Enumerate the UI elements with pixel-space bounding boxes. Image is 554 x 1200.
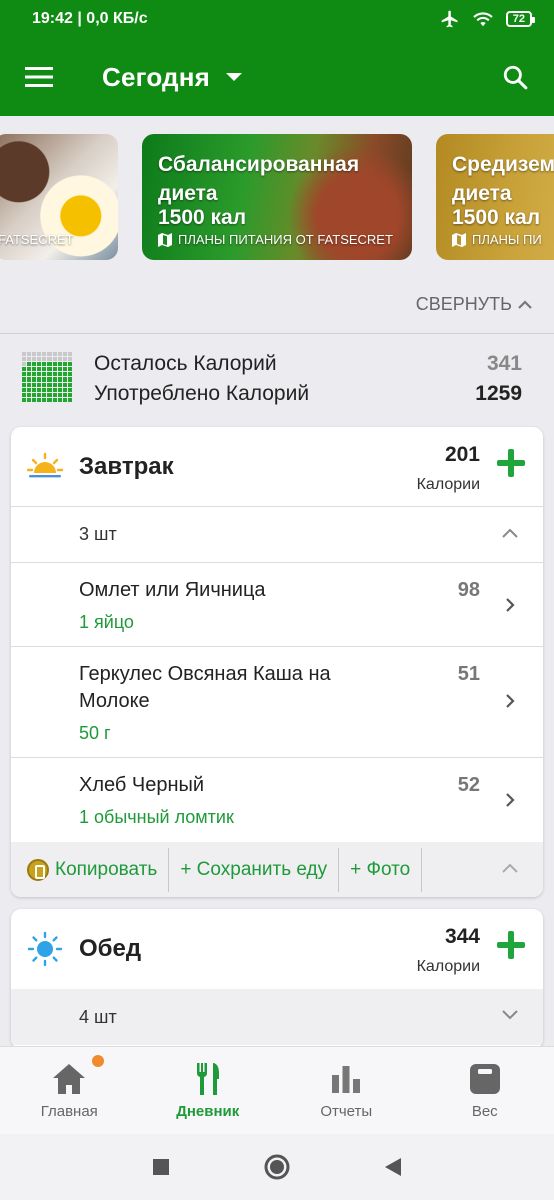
meal-header[interactable]: Обед 344 Калории [11, 909, 543, 989]
copy-label: Копировать [55, 858, 158, 880]
status-time: 19:42 | 0,0 КБ/с [32, 10, 148, 27]
status-bar: 19:42 | 0,0 КБ/с 72 [0, 0, 554, 38]
square-icon [153, 1159, 169, 1175]
photo-label: + Фото [350, 858, 411, 880]
menu-button[interactable] [0, 38, 78, 116]
collapse-label: СВЕРНУТЬ [415, 294, 512, 314]
chevron-up-icon [518, 299, 532, 309]
meal-plan-card[interactable]: ИЯ ОТ FATSECRET [0, 134, 118, 260]
save-meal-label: + Сохранить еду [180, 858, 328, 880]
food-portion: 1 обычный ломтик [79, 807, 234, 827]
sun-icon [27, 931, 63, 967]
nav-diary[interactable]: Дневник [139, 1047, 278, 1134]
map-icon [158, 232, 172, 247]
bottom-navigation: Главная Дневник Отчеты Вес [0, 1046, 554, 1134]
meal-card-breakfast: Завтрак 201 Калории 3 шт Омлет или Яични… [11, 427, 543, 897]
meal-plan-title: Средизем диета [452, 153, 554, 205]
chevron-up-icon [502, 528, 518, 538]
date-selector[interactable]: Сегодня [78, 62, 476, 93]
meal-name: Обед [79, 935, 142, 962]
meal-card-lunch: Обед 344 Калории 4 шт [11, 909, 543, 1049]
add-food-button[interactable] [495, 447, 527, 479]
home-icon [49, 1059, 89, 1099]
meal-plan-title: Сбалансированная диета [158, 153, 360, 205]
meal-calories: 344 [444, 925, 480, 948]
app-bar: Сегодня [0, 38, 554, 116]
collapse-button[interactable]: СВЕРНУТЬ [0, 276, 554, 334]
remaining-calories-label: Осталось Калорий [94, 352, 277, 375]
search-button[interactable] [476, 38, 554, 116]
chevron-right-icon [506, 793, 515, 807]
meal-items-count: 4 шт [79, 1006, 117, 1027]
food-entry[interactable]: Геркулес Овсяная Каша на Молоке 50 г 51 [11, 647, 543, 758]
search-icon [503, 65, 528, 90]
battery-indicator: 72 [505, 11, 536, 27]
food-calories: 51 [457, 663, 480, 685]
meal-items-count: 3 шт [79, 524, 117, 544]
add-food-button[interactable] [495, 929, 527, 961]
page-title: Сегодня [102, 61, 211, 92]
consumed-calories-label: Употреблено Калорий [94, 382, 310, 405]
chevron-right-icon [506, 598, 515, 612]
dropdown-caret-icon [226, 73, 243, 81]
nav-home-label: Главная [40, 1103, 98, 1120]
save-meal-button[interactable]: + Сохранить еду [169, 847, 340, 892]
chevron-down-icon [502, 1010, 518, 1020]
meal-header[interactable]: Завтрак 201 Калории [11, 427, 543, 507]
status-icons: 72 [440, 9, 536, 29]
fork-knife-icon [188, 1059, 228, 1099]
airplane-mode-icon [441, 10, 458, 28]
meal-plan-card[interactable]: Средизем диета 1500 кал ПЛАНЫ ПИ [436, 134, 554, 260]
food-calories: 52 [457, 774, 480, 796]
nav-weight[interactable]: Вес [416, 1047, 554, 1134]
food-entry[interactable]: Омлет или Яичница 1 яйцо 98 [11, 563, 543, 647]
chevron-right-icon [506, 694, 515, 708]
food-entry[interactable]: Хлеб Черный 1 обычный ломтик 52 [11, 758, 543, 842]
wifi-icon [473, 12, 493, 27]
meal-plan-source: ПЛАНЫ ПИТАНИЯ ОТ FATSECRET [158, 232, 393, 247]
map-icon [452, 232, 466, 247]
nav-weight-label: Вес [471, 1103, 498, 1120]
meal-plan-card[interactable]: Сбалансированная диета 1500 кал ПЛАНЫ ПИ… [142, 134, 412, 260]
meal-calories-label: Калории [416, 476, 480, 493]
nav-home[interactable]: Главная [0, 1047, 139, 1134]
home-system-button[interactable] [219, 1134, 335, 1200]
triangle-back-icon [385, 1158, 401, 1176]
food-calories: 98 [457, 579, 480, 601]
remaining-calories-value: 341 [486, 352, 522, 375]
scale-icon [465, 1059, 505, 1099]
meal-plan-calories: 1500 кал [158, 206, 247, 229]
meal-plan-source: ПЛАНЫ ПИ [452, 232, 542, 247]
meal-items-count-row[interactable]: 3 шт [11, 507, 543, 563]
photo-button[interactable]: + Фото [339, 847, 423, 892]
back-button[interactable] [335, 1134, 451, 1200]
recents-button[interactable] [103, 1134, 219, 1200]
copy-icon [27, 858, 49, 881]
nav-reports[interactable]: Отчеты [277, 1047, 416, 1134]
meal-actions-row: Копировать + Сохранить еду + Фото [11, 842, 543, 897]
calorie-progress-grid-icon [22, 352, 72, 402]
hamburger-menu-icon [25, 67, 53, 87]
meal-name: Завтрак [79, 453, 174, 480]
food-portion: 1 яйцо [79, 612, 134, 632]
meal-plan-carousel[interactable]: ИЯ ОТ FATSECRET Сбалансированная диета 1… [0, 116, 554, 276]
system-navigation-bar [0, 1134, 554, 1200]
food-portion: 50 г [79, 723, 111, 743]
nav-diary-label: Дневник [176, 1103, 240, 1120]
meal-calories-label: Калории [416, 958, 480, 975]
nav-reports-label: Отчеты [320, 1103, 373, 1120]
bar-chart-icon [326, 1059, 366, 1099]
circle-icon [264, 1154, 290, 1180]
notification-badge [92, 1055, 104, 1067]
meal-calories: 201 [444, 443, 480, 466]
chevron-up-icon[interactable] [501, 862, 519, 874]
calorie-summary[interactable]: Осталось Калорий 341 Употреблено Калорий… [0, 335, 554, 421]
meal-plan-calories: 1500 кал [452, 206, 541, 229]
copy-button[interactable]: Копировать [11, 847, 170, 892]
meal-items-count-row[interactable]: 4 шт [11, 989, 543, 1045]
sunrise-icon [27, 452, 63, 478]
consumed-calories-value: 1259 [475, 382, 522, 405]
meal-plan-source: ИЯ ОТ FATSECRET [0, 232, 74, 247]
